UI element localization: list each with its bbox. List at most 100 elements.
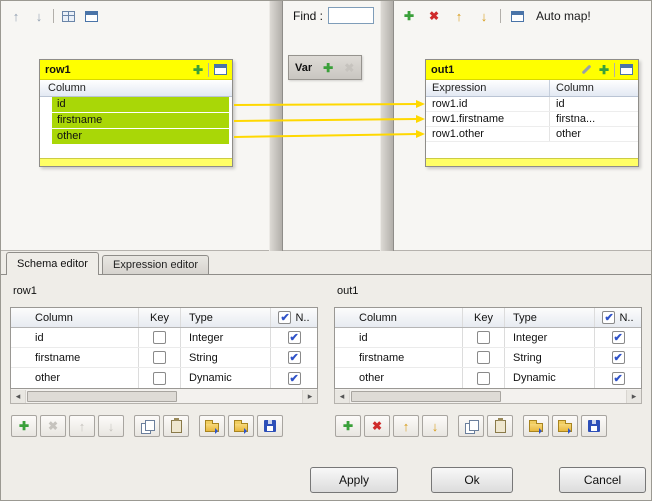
add-column-icon[interactable]: ✚ [193, 63, 203, 77]
add-column-button[interactable]: ✚ [335, 415, 361, 437]
horizontal-scrollbar[interactable]: ◂ ▸ [334, 389, 642, 404]
move-up-icon[interactable]: ↑ [7, 7, 25, 25]
maximize-table-icon[interactable] [620, 64, 633, 75]
nullable-checkbox[interactable] [288, 351, 301, 364]
key-checkbox[interactable] [477, 351, 490, 364]
scroll-left-icon[interactable]: ◂ [11, 390, 26, 403]
move-down-button[interactable]: ↓ [422, 415, 448, 437]
column-name-cell[interactable]: firstname [11, 348, 139, 367]
input-zone-toolbar: ↑ ↓ [7, 6, 100, 26]
input-row-other[interactable]: other [40, 129, 232, 145]
save-schema-button[interactable] [581, 415, 607, 437]
settings-wrench-icon[interactable] [580, 61, 594, 79]
key-checkbox[interactable] [153, 351, 166, 364]
export-schema-button[interactable] [228, 415, 254, 437]
add-column-icon[interactable]: ✚ [599, 63, 609, 77]
type-cell[interactable]: Integer [181, 328, 271, 347]
input-row-id[interactable]: id [40, 97, 232, 113]
move-up-button[interactable]: ↑ [393, 415, 419, 437]
tab-schema-editor[interactable]: Schema editor [6, 252, 99, 275]
splitter-left[interactable] [269, 1, 283, 251]
paste-button[interactable] [487, 415, 513, 437]
output-row-other[interactable]: row1.other other [426, 127, 638, 142]
type-cell[interactable]: String [181, 348, 271, 367]
remove-column-button[interactable]: ✖ [40, 415, 66, 437]
export-schema-button[interactable] [552, 415, 578, 437]
add-output-icon[interactable]: ✚ [400, 7, 418, 25]
key-checkbox[interactable] [153, 331, 166, 344]
add-column-button[interactable]: ✚ [11, 415, 37, 437]
schema-row[interactable]: id Integer [11, 328, 317, 348]
type-cell[interactable]: Integer [505, 328, 595, 347]
apply-button[interactable]: Apply [310, 467, 398, 493]
output-up-icon[interactable]: ↑ [450, 7, 468, 25]
expression-cell[interactable]: row1.other [426, 127, 550, 141]
column-name-cell[interactable]: other [11, 368, 139, 388]
output-down-icon[interactable]: ↓ [475, 7, 493, 25]
table-scroll-strip[interactable] [426, 158, 638, 166]
nullable-all-checkbox[interactable] [278, 311, 291, 324]
output-row-firstname[interactable]: row1.firstname firstna... [426, 112, 638, 127]
window-view-icon[interactable] [508, 7, 526, 25]
scroll-left-icon[interactable]: ◂ [335, 390, 350, 403]
copy-button[interactable] [134, 415, 160, 437]
tab-expression-editor[interactable]: Expression editor [102, 255, 209, 275]
column-name-cell[interactable]: id [335, 328, 463, 347]
nullable-checkbox[interactable] [612, 331, 625, 344]
remove-column-button[interactable]: ✖ [364, 415, 390, 437]
move-down-icon[interactable]: ↓ [30, 7, 48, 25]
scroll-right-icon[interactable]: ▸ [626, 390, 641, 403]
paste-button[interactable] [163, 415, 189, 437]
schema-row[interactable]: id Integer [335, 328, 641, 348]
nullable-checkbox[interactable] [612, 372, 625, 385]
input-row-firstname[interactable]: firstname [40, 113, 232, 129]
type-cell[interactable]: Dynamic [505, 368, 595, 388]
column-name-cell[interactable]: id [11, 328, 139, 347]
nullable-checkbox[interactable] [288, 331, 301, 344]
schema-row[interactable]: firstname String [335, 348, 641, 368]
schema-row[interactable]: other Dynamic [11, 368, 317, 388]
column-name-cell[interactable]: other [335, 368, 463, 388]
remove-output-icon[interactable]: ✖ [425, 7, 443, 25]
grid-view-icon[interactable] [59, 7, 77, 25]
key-checkbox[interactable] [153, 372, 166, 385]
type-cell[interactable]: String [505, 348, 595, 367]
import-schema-button[interactable] [199, 415, 225, 437]
column-cell: other [550, 127, 638, 141]
ok-button[interactable]: Ok [431, 467, 513, 493]
splitter-right[interactable] [380, 1, 394, 251]
import-schema-button[interactable] [523, 415, 549, 437]
key-checkbox[interactable] [477, 372, 490, 385]
auto-map-button[interactable]: Auto map! [533, 8, 594, 24]
expression-cell[interactable]: row1.id [426, 97, 550, 111]
save-schema-button[interactable] [257, 415, 283, 437]
nullable-checkbox[interactable] [612, 351, 625, 364]
column-name-cell[interactable]: firstname [335, 348, 463, 367]
output-row-id[interactable]: row1.id id [426, 97, 638, 112]
scrollbar-thumb[interactable] [27, 391, 177, 402]
row-gutter [40, 113, 52, 129]
remove-var-icon[interactable]: ✖ [344, 61, 354, 75]
table-scroll-strip[interactable] [40, 158, 232, 166]
add-var-icon[interactable]: ✚ [323, 61, 333, 75]
key-checkbox[interactable] [477, 331, 490, 344]
schema-row[interactable]: firstname String [11, 348, 317, 368]
type-cell[interactable]: Dynamic [181, 368, 271, 388]
column-header: Column [550, 80, 638, 96]
move-up-button[interactable]: ↑ [69, 415, 95, 437]
horizontal-scrollbar[interactable]: ◂ ▸ [10, 389, 318, 404]
nullable-checkbox[interactable] [288, 372, 301, 385]
cancel-button[interactable]: Cancel [559, 467, 646, 493]
scrollbar-thumb[interactable] [351, 391, 501, 402]
schema-row[interactable]: other Dynamic [335, 368, 641, 388]
find-input[interactable] [328, 7, 374, 24]
window-view-icon[interactable] [82, 7, 100, 25]
input-table-titlebar[interactable]: row1 ✚ [40, 60, 232, 80]
output-table-titlebar[interactable]: out1 ✚ [426, 60, 638, 80]
copy-button[interactable] [458, 415, 484, 437]
nullable-all-checkbox[interactable] [602, 311, 615, 324]
scroll-right-icon[interactable]: ▸ [302, 390, 317, 403]
expression-cell[interactable]: row1.firstname [426, 112, 550, 126]
maximize-table-icon[interactable] [214, 64, 227, 75]
move-down-button[interactable]: ↓ [98, 415, 124, 437]
